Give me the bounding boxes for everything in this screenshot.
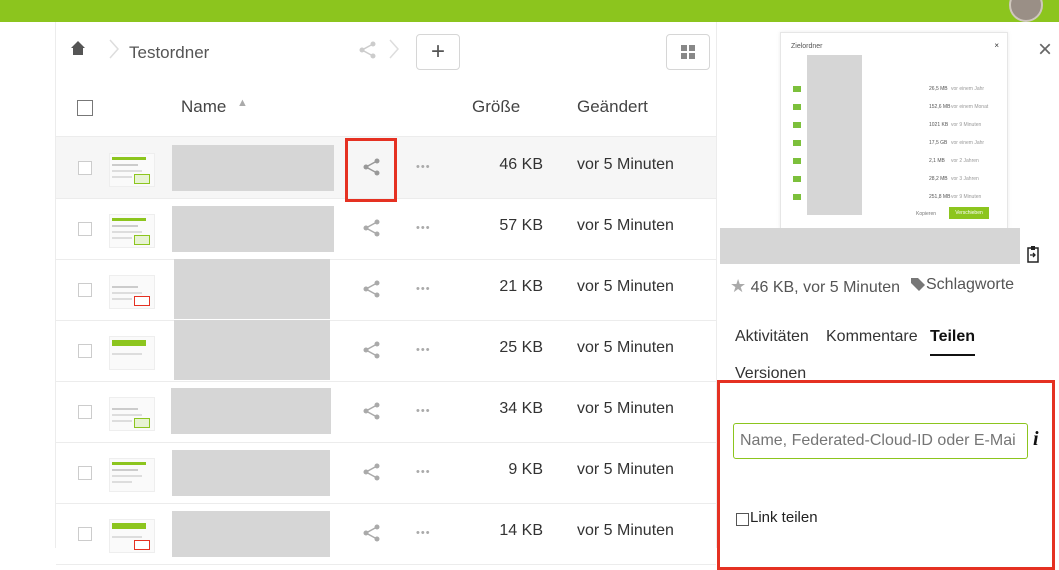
sharing-panel: i Link teilen [717, 380, 1055, 570]
file-modified: vor 5 Minuten [577, 217, 674, 234]
share-link-label[interactable]: Link teilen [750, 509, 818, 526]
file-list-panel: Testordner + Name ▲ Größe Geändert ••• 4… [55, 22, 717, 565]
more-actions-icon[interactable]: ••• [416, 405, 431, 417]
redacted-filename [171, 388, 331, 434]
preview-dialog-title: Zielordner [791, 43, 823, 50]
new-button[interactable]: + [416, 34, 460, 70]
table-row[interactable]: ••• 57 KB vor 5 Minuten [56, 198, 716, 260]
file-size: 25 KB [499, 339, 543, 356]
sort-ascending-icon: ▲ [237, 97, 248, 109]
redacted-file-title [720, 228, 1020, 264]
tab-activities[interactable]: Aktivitäten [735, 328, 809, 346]
file-modified: vor 5 Minuten [577, 156, 674, 173]
table-row[interactable]: ••• 34 KB vor 5 Minuten [56, 381, 716, 443]
file-meta-text: 46 KB, vor 5 Minuten [750, 279, 901, 296]
top-header-bar [0, 0, 1059, 22]
row-checkbox[interactable] [78, 222, 92, 236]
file-thumbnail [109, 336, 155, 370]
share-icon[interactable] [362, 279, 382, 299]
file-size: 57 KB [499, 217, 543, 234]
favorite-star-icon[interactable]: ★ [730, 276, 746, 296]
details-sidebar: × Zielordner × 26,5 MB vor einem Jahr 152… [716, 22, 1059, 570]
select-all-checkbox[interactable] [77, 100, 93, 116]
breadcrumb: Testordner + [56, 22, 716, 78]
table-row[interactable]: ••• 9 KB vor 5 Minuten [56, 442, 716, 504]
share-icon[interactable] [362, 340, 382, 360]
close-sidebar-icon[interactable]: × [1038, 38, 1052, 62]
file-size: 46 KB [499, 156, 543, 173]
share-with-input[interactable] [733, 423, 1028, 459]
row-checkbox[interactable] [78, 527, 92, 541]
table-row[interactable]: ••• 14 KB vor 5 Minuten [56, 503, 716, 565]
breadcrumb-folder[interactable]: Testordner [129, 43, 209, 63]
file-meta: ★ 46 KB, vor 5 Minuten [730, 276, 900, 297]
share-icon[interactable] [362, 462, 382, 482]
tags-button[interactable]: Schlagworte [910, 276, 1014, 294]
more-actions-icon[interactable]: ••• [416, 344, 431, 356]
redacted-filename [172, 511, 330, 557]
file-thumbnail [109, 214, 155, 248]
file-modified: vor 5 Minuten [577, 522, 674, 539]
share-link-checkbox[interactable] [736, 513, 749, 526]
redacted-filename [172, 206, 334, 252]
tab-sharing[interactable]: Teilen [930, 328, 976, 356]
table-header: Name ▲ Größe Geändert [56, 78, 716, 137]
more-actions-icon[interactable]: ••• [416, 466, 431, 478]
share-icon[interactable] [362, 523, 382, 543]
preview-close-icon: × [994, 41, 999, 50]
info-icon[interactable]: i [1033, 428, 1039, 451]
file-size: 21 KB [499, 278, 543, 295]
share-icon[interactable] [362, 218, 382, 238]
row-checkbox[interactable] [78, 283, 92, 297]
tab-comments[interactable]: Kommentare [826, 328, 918, 346]
more-actions-icon[interactable]: ••• [416, 527, 431, 539]
redacted-filename [172, 450, 330, 496]
tag-icon [911, 278, 925, 291]
redacted-filename [174, 259, 330, 319]
column-header-name[interactable]: Name [181, 97, 226, 117]
breadcrumb-separator-icon [109, 39, 120, 59]
row-checkbox[interactable] [78, 405, 92, 419]
avatar[interactable] [1009, 0, 1043, 22]
more-actions-icon[interactable]: ••• [416, 222, 431, 234]
file-preview: Zielordner × 26,5 MB vor einem Jahr 152,6… [780, 32, 1008, 230]
row-checkbox[interactable] [78, 466, 92, 480]
preview-copy-label: Kopieren [916, 211, 937, 217]
copy-link-icon[interactable] [1025, 246, 1041, 264]
more-actions-icon[interactable]: ••• [416, 161, 431, 173]
redacted-filename [174, 320, 330, 380]
grid-view-button[interactable] [666, 34, 710, 70]
file-size: 14 KB [499, 522, 543, 539]
share-icon[interactable] [362, 401, 382, 421]
share-icon[interactable] [358, 40, 378, 60]
column-header-size[interactable]: Größe [472, 97, 520, 117]
file-thumbnail [109, 397, 155, 431]
preview-redacted-names [807, 55, 862, 215]
tags-label: Schlagworte [926, 276, 1015, 293]
more-actions-icon[interactable]: ••• [416, 283, 431, 295]
file-modified: vor 5 Minuten [577, 278, 674, 295]
file-size: 34 KB [499, 400, 543, 417]
preview-move-label: Verschieben [949, 207, 989, 219]
share-highlight-box [345, 138, 397, 202]
file-modified: vor 5 Minuten [577, 461, 674, 478]
column-header-modified[interactable]: Geändert [577, 97, 648, 117]
file-modified: vor 5 Minuten [577, 339, 674, 356]
grid-icon [681, 45, 695, 59]
home-icon[interactable] [70, 40, 86, 56]
table-row[interactable]: ••• 21 KB vor 5 Minuten [56, 259, 716, 321]
table-row[interactable]: ••• 25 KB vor 5 Minuten [56, 320, 716, 382]
file-size: 9 KB [508, 461, 543, 478]
file-thumbnail [109, 153, 155, 187]
file-modified: vor 5 Minuten [577, 400, 674, 417]
breadcrumb-separator-icon [389, 39, 400, 59]
file-thumbnail [109, 275, 155, 309]
row-checkbox[interactable] [78, 161, 92, 175]
file-thumbnail [109, 458, 155, 492]
row-checkbox[interactable] [78, 344, 92, 358]
redacted-filename [172, 145, 334, 191]
